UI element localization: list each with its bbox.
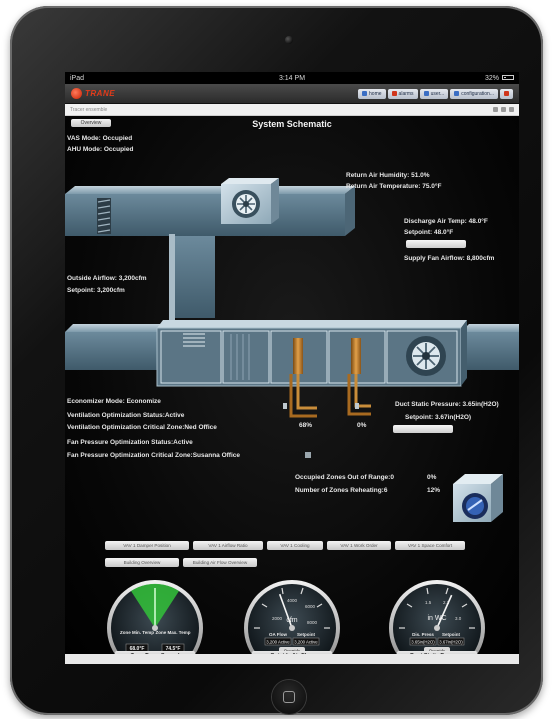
duct-static-pressure: Duct Static Pressure: 3.65in(H2O)	[395, 401, 499, 408]
duct-static-pressure-gauge: 1.5 2.1 3.0 in WC Dis. Press Setpoint 3.…	[389, 580, 485, 656]
oa-scale-6000: 6000	[305, 604, 316, 609]
dsp-press-label: Dis. Press	[412, 632, 434, 637]
duct-setpoint-input[interactable]	[393, 425, 453, 433]
oa-scale-2000: 2000	[272, 616, 283, 621]
discharge-setpoint: Setpoint: 48.0°F	[404, 229, 454, 236]
help-icon	[504, 91, 509, 96]
vav-airflow-ratio-button[interactable]: VAV 1 Airflow Ratio	[193, 541, 263, 550]
oa-scale-4000: 4000	[287, 598, 298, 603]
oa-setpoint-label: Setpoint	[297, 632, 315, 637]
alarm-icon	[391, 91, 397, 96]
trane-logo-icon	[71, 88, 82, 99]
zones-reheating-percent: 12%	[427, 487, 441, 494]
vav-box-icon[interactable]	[451, 470, 511, 524]
zone-indicator	[305, 452, 311, 458]
brand-name: TRANE	[85, 89, 116, 98]
vav-damper-position-button[interactable]: VAV 1 Damper Position	[105, 541, 189, 550]
duct-setpoint: Setpoint: 3.67in(H2O)	[405, 414, 472, 421]
home-icon	[362, 91, 368, 96]
dsp-scale-1: 1.5	[425, 600, 432, 605]
header-tabs: home alarms user... configuration...	[358, 88, 513, 99]
fan-pressure-status: Fan Pressure Optimization Status:Active	[67, 439, 193, 446]
return-fan	[221, 178, 279, 224]
battery-icon	[502, 75, 514, 81]
return-air-temperature: Return Air Temperature: 75.0°F	[346, 183, 442, 190]
ipad-frame: iPad 3:14 PM 32% TRANE home alarms user.…	[10, 6, 543, 715]
dsp-setpoint-value: 3.67in(H2O)	[439, 640, 463, 645]
building-nav-row: Building Overview Building Air Flow Over…	[105, 558, 257, 567]
connector-duct	[169, 234, 215, 320]
home-square-icon	[283, 691, 295, 703]
toolbar-icons	[493, 107, 514, 112]
carrier-label: iPad	[70, 74, 85, 82]
cooling-valve-position: 68%	[299, 422, 313, 429]
dsp-unit: in WC	[427, 615, 446, 622]
outside-airflow: Outside Airflow: 3,200cfm	[67, 275, 147, 282]
camera-icon	[285, 36, 293, 44]
building-overview-button[interactable]: Building Overview	[105, 558, 179, 567]
config-icon	[454, 91, 460, 96]
status-bar: iPad 3:14 PM 32%	[65, 72, 519, 84]
supply-fan-airflow: Supply Fan Airflow: 8,800cfm	[404, 255, 495, 262]
tab-user[interactable]: user...	[419, 88, 449, 99]
tab-home[interactable]: home	[358, 88, 386, 99]
oa-setpoint-value: 3,200 Active	[294, 640, 318, 645]
home-button[interactable]	[272, 680, 306, 714]
oa-scale-8000: 8000	[307, 620, 318, 625]
refresh-icon[interactable]	[501, 107, 506, 112]
vav-cooling-button[interactable]: VAV 1 Cooling	[267, 541, 323, 550]
zone-min-label: Zone Min. Temp	[120, 630, 154, 635]
user-icon	[423, 91, 429, 96]
discharge-air-temp: Discharge Air Temp: 48.0°F	[404, 218, 488, 225]
schematic-view: Overview System Schematic VAS Mode: Occu…	[65, 116, 519, 664]
outside-airflow-setpoint: Setpoint: 3,200cfm	[67, 287, 125, 294]
clock: 3:14 PM	[278, 74, 306, 82]
oa-flow-value: 3,200 Active	[266, 640, 290, 645]
battery-indicator: 32%	[485, 75, 514, 82]
occupied-zones-out-of-range: Occupied Zones Out of Range:0	[295, 474, 394, 481]
screen: iPad 3:14 PM 32% TRANE home alarms user.…	[65, 72, 519, 664]
outside-air-flow-gauge: 2000 4000 6000 8000 cfm OA Flow Setpoint…	[244, 580, 340, 656]
vav-space-comfort-button[interactable]: VAV 1 Space Comfort	[395, 541, 465, 550]
return-damper	[97, 198, 111, 234]
ventilation-critical-zone: Ventilation Optimization Critical Zone:N…	[67, 424, 217, 431]
oa-flow-label: OA Flow	[269, 632, 288, 637]
trane-logo[interactable]: TRANE	[71, 88, 115, 99]
heating-valve-position: 0%	[357, 422, 367, 429]
vav-work-order-button[interactable]: VAV 1 Work Order	[327, 541, 391, 550]
dsp-setpoint-label: Setpoint	[442, 632, 460, 637]
economizer-mode: Economizer Mode: Economize	[67, 398, 161, 405]
cooling-valve-sensor	[283, 403, 287, 409]
discharge-setpoint-input[interactable]	[406, 240, 466, 248]
dsp-scale-3: 3.0	[455, 616, 462, 621]
return-air-humidity: Return Air Humidity: 51.0%	[346, 172, 430, 179]
tab-configuration[interactable]: configuration...	[450, 88, 498, 99]
dsp-press-value: 3.65in(H2O)	[411, 640, 435, 645]
menu-icon[interactable]	[509, 107, 514, 112]
return-duct	[65, 186, 355, 236]
print-icon[interactable]	[493, 107, 498, 112]
tab-help[interactable]	[500, 88, 513, 99]
zone-max-label: Zone Max. Temp	[156, 630, 191, 635]
bottom-strip	[65, 654, 519, 664]
fan-pressure-critical-zone: Fan Pressure Optimization Critical Zone:…	[67, 452, 241, 459]
zones-reheating: Number of Zones Reheating:6	[295, 487, 388, 494]
occupied-zones-percent: 0%	[427, 474, 437, 481]
tab-alarms[interactable]: alarms	[387, 88, 418, 99]
building-airflow-overview-button[interactable]: Building Air Flow Overview	[183, 558, 257, 567]
ventilation-status: Ventilation Optimization Status:Active	[67, 412, 185, 419]
supply-fan	[406, 336, 446, 376]
gauge-panel: Zone Min. Temp Zone Max. Temp 68.0°F 74.…	[107, 580, 485, 656]
breadcrumb: Tracer ensemble	[65, 104, 519, 116]
app-header: TRANE home alarms user... configuration.…	[65, 84, 519, 104]
vav-nav-row: VAV 1 Damper Position VAV 1 Airflow Rati…	[105, 541, 465, 550]
zone-temp-spread-gauge: Zone Min. Temp Zone Max. Temp 68.0°F 74.…	[107, 580, 203, 656]
heating-valve-sensor	[355, 403, 359, 409]
